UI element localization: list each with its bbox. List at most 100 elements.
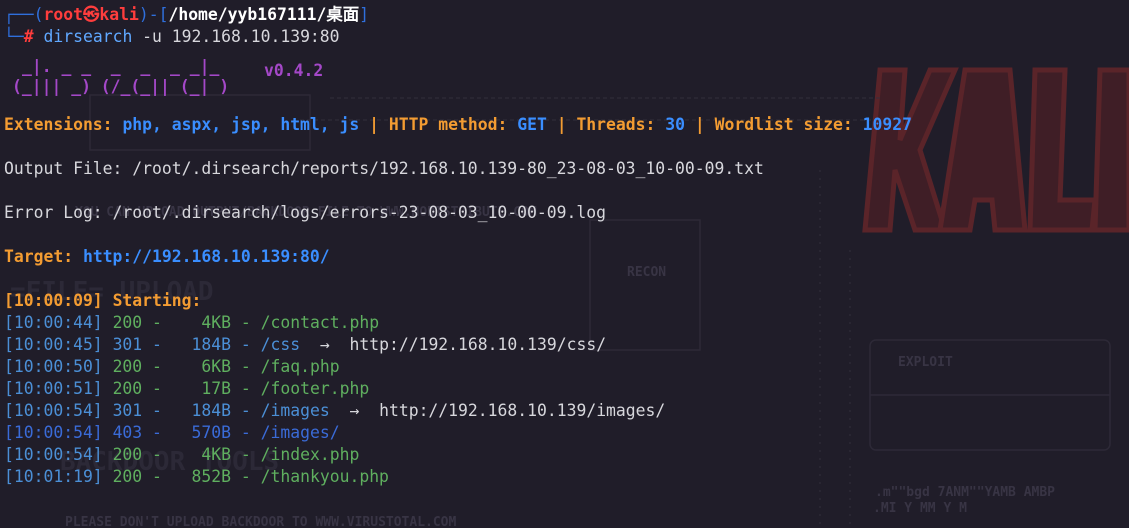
redirect-url: http://192.168.10.139/css/ bbox=[349, 335, 607, 354]
result-size: 6KB bbox=[171, 357, 232, 376]
result-time: [10:00:54] bbox=[4, 401, 103, 420]
banner-line-2: (_||| _) (/_(_|| (_| ) bbox=[12, 77, 230, 96]
prompt-host: kali bbox=[99, 5, 139, 24]
result-row: [10:00:51] 200 - 17B - /footer.php bbox=[4, 378, 1129, 400]
prompt-path: /home/yyb167111/桌面 bbox=[168, 5, 360, 24]
prompt-hash: # bbox=[23, 27, 34, 46]
status-code: 200 bbox=[112, 379, 143, 398]
result-size: 184B bbox=[171, 335, 232, 354]
dash: - bbox=[240, 423, 251, 442]
threads-label: Threads: bbox=[576, 115, 656, 134]
result-time: [10:00:50] bbox=[4, 357, 103, 376]
dash: - bbox=[240, 335, 251, 354]
banner-line-1: _|. _ _ _ _ _ _|_ bbox=[22, 57, 220, 76]
result-row: [10:00:54] 403 - 570B - /images/ bbox=[4, 422, 1129, 444]
result-path: /footer.php bbox=[260, 379, 370, 398]
result-time: [10:00:44] bbox=[4, 313, 103, 332]
config-line: Extensions: php, aspx, jsp, html, js | H… bbox=[4, 114, 1129, 136]
dash: - bbox=[152, 335, 162, 354]
separator: | bbox=[556, 115, 567, 134]
target-line: Target: http://192.168.10.139:80/ bbox=[4, 246, 1129, 268]
status-code: 200 bbox=[112, 357, 143, 376]
result-size: 852B bbox=[171, 467, 232, 486]
dirsearch-banner: _|. _ _ _ _ _ _|_ (_||| _) (/_(_|| (_| )… bbox=[4, 48, 1129, 114]
dash: - bbox=[152, 423, 162, 442]
extensions-label: Extensions: bbox=[4, 115, 113, 134]
status-code: 200 bbox=[112, 467, 143, 486]
dash: - bbox=[152, 357, 162, 376]
method-value: GET bbox=[517, 115, 547, 134]
terminal[interactable]: ┌──(root㉿kali)-[/home/yyb167111/桌面] └─# … bbox=[4, 4, 1129, 528]
result-row: [10:01:19] 200 - 852B - /thankyou.php bbox=[4, 466, 1129, 488]
result-size: 17B bbox=[171, 379, 232, 398]
arrow-icon: → bbox=[349, 401, 360, 420]
dash: - bbox=[152, 401, 162, 420]
version-label: v0.4.2 bbox=[264, 61, 324, 80]
status-code: 301 bbox=[112, 335, 143, 354]
prompt-line-2: └─# dirsearch -u 192.168.10.139:80 bbox=[4, 27, 340, 46]
result-size: 184B bbox=[171, 401, 232, 420]
dash: - bbox=[240, 379, 251, 398]
result-row: [10:00:50] 200 - 6KB - /faq.php bbox=[4, 356, 1129, 378]
result-path: /images/ bbox=[260, 423, 340, 442]
result-size: 4KB bbox=[171, 313, 232, 332]
command-name: dirsearch bbox=[43, 27, 133, 46]
dash: - bbox=[240, 401, 251, 420]
result-row: [10:00:44] 200 - 4KB - /contact.php bbox=[4, 312, 1129, 334]
result-time: [10:00:45] bbox=[4, 335, 103, 354]
separator: | bbox=[369, 115, 380, 134]
method-label: HTTP method: bbox=[388, 115, 508, 134]
start-time: [10:00:09] bbox=[4, 291, 103, 310]
wordlist-label: Wordlist size: bbox=[714, 115, 853, 134]
output-file-line: Output File: /root/.dirsearch/reports/19… bbox=[4, 159, 764, 178]
result-row: [10:00:54] 301 - 184B - /images → http:/… bbox=[4, 400, 1129, 422]
result-time: [10:00:51] bbox=[4, 379, 103, 398]
dash: - bbox=[152, 445, 162, 464]
extensions-value: php, aspx, jsp, html, js bbox=[122, 115, 360, 134]
result-size: 4KB bbox=[171, 445, 232, 464]
dash: - bbox=[152, 313, 162, 332]
dash: - bbox=[240, 313, 251, 332]
target-url: http://192.168.10.139:80/ bbox=[82, 247, 330, 266]
redirect-url: http://192.168.10.139/images/ bbox=[379, 401, 666, 420]
result-path: /css bbox=[260, 335, 301, 354]
target-label: Target: bbox=[4, 247, 74, 266]
result-size: 570B bbox=[171, 423, 232, 442]
dash: - bbox=[240, 445, 251, 464]
dash: - bbox=[240, 357, 251, 376]
prompt-user: root bbox=[43, 5, 83, 24]
prompt-line-1: ┌──(root㉿kali)-[/home/yyb167111/桌面] bbox=[4, 5, 369, 24]
result-time: [10:00:54] bbox=[4, 445, 103, 464]
threads-value: 30 bbox=[665, 115, 686, 134]
result-row: [10:00:45] 301 - 184B - /css → http://19… bbox=[4, 334, 1129, 356]
